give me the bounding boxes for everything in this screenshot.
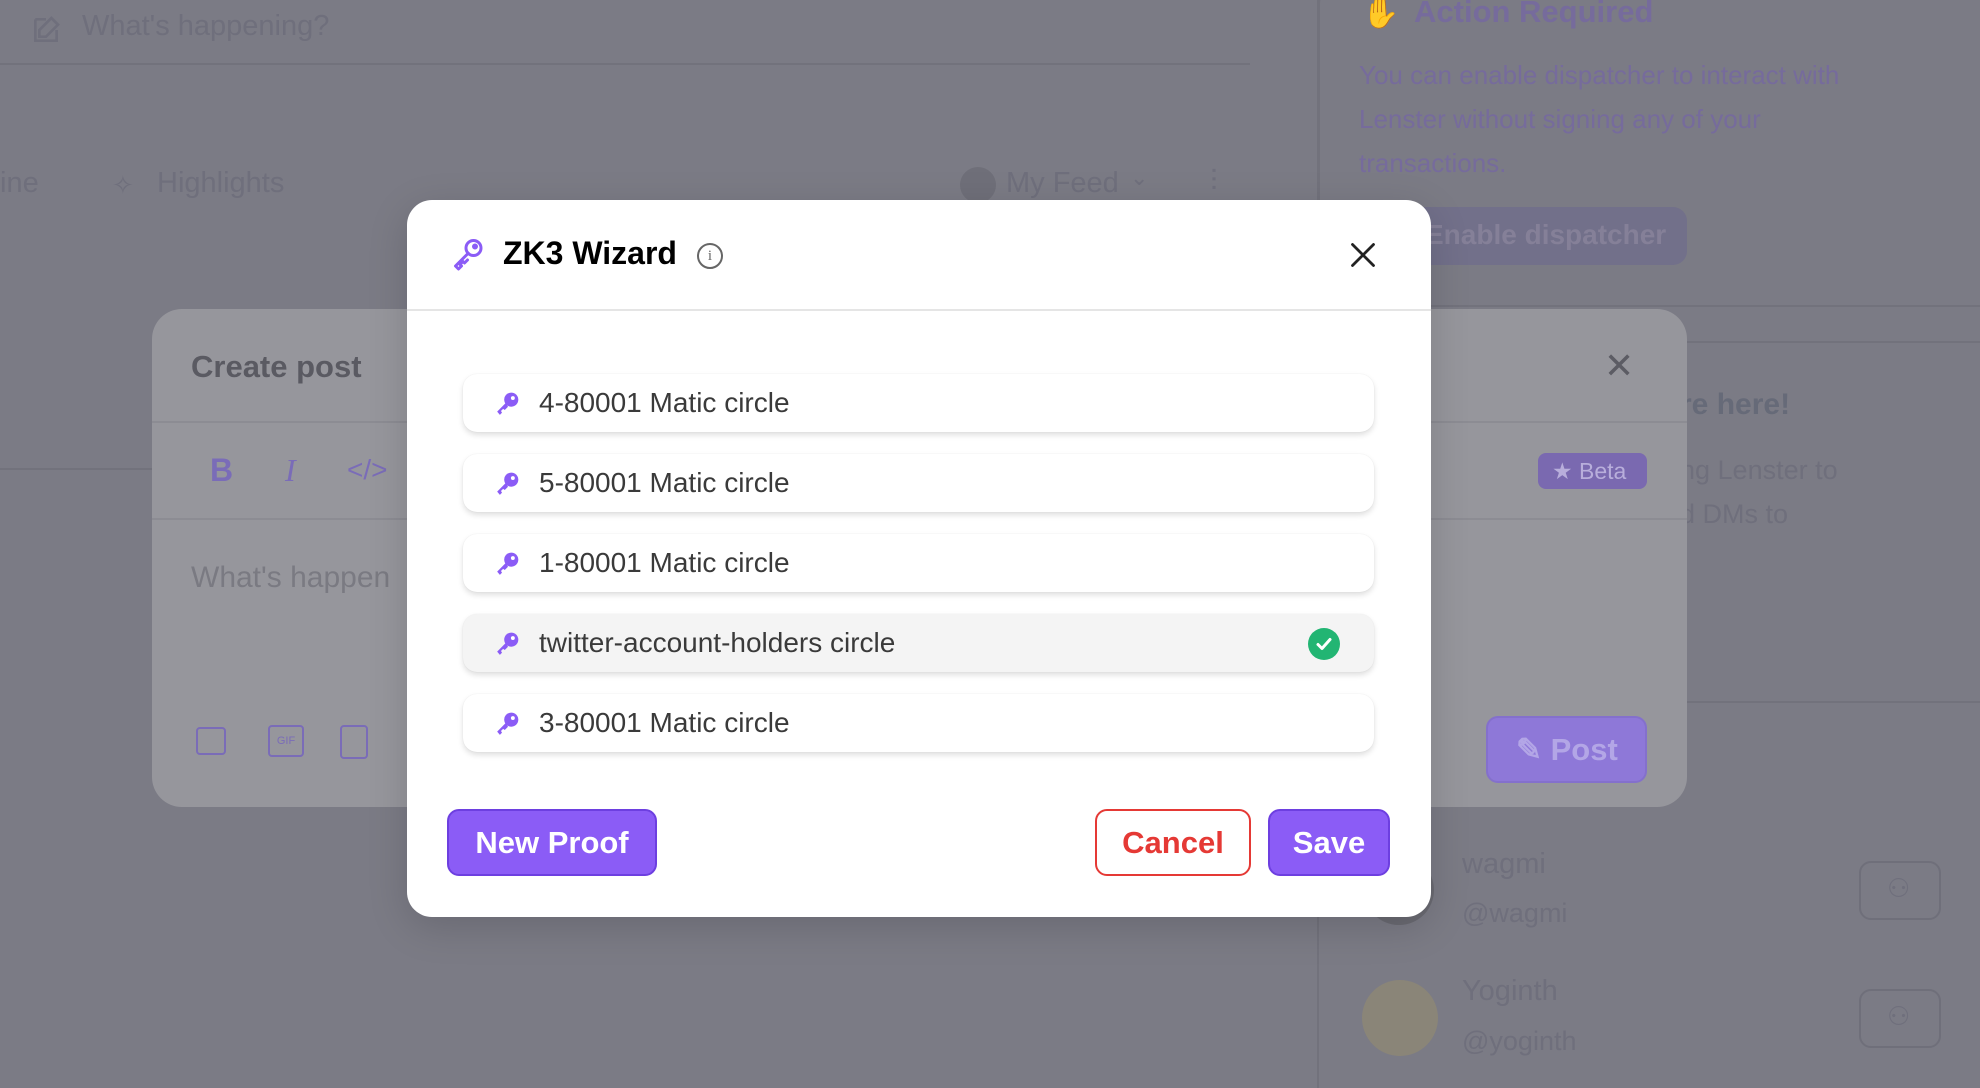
suggestion-name[interactable]: Yoginth <box>1462 975 1558 1008</box>
circle-label: 5-80001 Matic circle <box>539 467 790 498</box>
circle-label: 3-80001 Matic circle <box>539 707 790 738</box>
action-text-2: Lenster without signing any of your <box>1359 104 1761 134</box>
edit-icon <box>34 16 60 42</box>
key-icon <box>495 710 521 743</box>
post-button[interactable]: ✎ Post <box>1486 716 1647 783</box>
filter-icon[interactable]: ⫶ <box>1210 165 1218 199</box>
save-button[interactable]: Save <box>1268 809 1390 876</box>
circle-item[interactable]: 1-80001 Matic circle <box>463 534 1374 592</box>
info-title: re here! <box>1680 388 1791 421</box>
collect-icon[interactable] <box>340 725 368 759</box>
beta-badge: ★ Beta <box>1538 453 1647 489</box>
gif-icon[interactable]: GIF <box>268 725 304 757</box>
post-input[interactable]: What's happen <box>191 561 390 595</box>
feed-avatar <box>960 167 996 203</box>
suggestion-handle: @yoginth <box>1462 1026 1577 1056</box>
create-post-title: Create post <box>191 349 362 384</box>
close-icon[interactable]: ✕ <box>1604 345 1634 387</box>
follow-button[interactable]: ⚇ <box>1859 989 1941 1048</box>
chevron-down-icon: ⌄ <box>1130 165 1149 190</box>
info-text-1: ng Lenster to <box>1680 455 1838 485</box>
code-button[interactable]: </> <box>347 454 387 486</box>
hand-icon: ✋ <box>1362 0 1400 30</box>
key-icon <box>495 630 521 663</box>
post-label: Post <box>1550 732 1618 767</box>
cancel-button[interactable]: Cancel <box>1095 809 1251 876</box>
key-icon <box>495 550 521 583</box>
feed-selector[interactable]: My Feed <box>1006 167 1119 200</box>
close-icon[interactable] <box>1349 241 1377 269</box>
new-proof-button[interactable]: New Proof <box>447 809 657 876</box>
dialog-title: ZK3 Wizard <box>503 235 677 271</box>
info-icon[interactable]: i <box>697 243 723 269</box>
circle-label: 1-80001 Matic circle <box>539 547 790 578</box>
tab-timeline[interactable]: ine <box>0 167 39 200</box>
action-text-3: transactions. <box>1359 148 1507 178</box>
circle-item[interactable]: 3-80001 Matic circle <box>463 694 1374 752</box>
circle-label: twitter-account-holders circle <box>539 627 896 658</box>
circle-label: 4-80001 Matic circle <box>539 387 790 418</box>
action-title: Action Required <box>1414 0 1654 29</box>
bold-button[interactable]: B <box>210 452 233 489</box>
image-icon[interactable] <box>196 727 226 755</box>
italic-button[interactable]: I <box>285 452 296 489</box>
key-icon <box>495 390 521 423</box>
suggestion-handle: @wagmi <box>1462 898 1568 928</box>
key-icon <box>495 470 521 503</box>
key-icon <box>454 239 483 271</box>
action-text-1: You can enable dispatcher to interact wi… <box>1359 60 1840 90</box>
dialog-header: ZK3 Wizard i <box>407 200 1431 311</box>
tab-highlights[interactable]: Highlights <box>157 167 284 200</box>
user-plus-icon: ⚇ <box>1887 873 1911 903</box>
sparkle-icon: ✧ <box>112 170 134 200</box>
circle-item[interactable]: twitter-account-holders circle <box>463 614 1374 672</box>
composer-placeholder: What's happening? <box>82 10 330 42</box>
follow-button[interactable]: ⚇ <box>1859 861 1941 920</box>
avatar <box>1362 980 1438 1056</box>
beta-label: Beta <box>1579 458 1627 484</box>
suggestion-name[interactable]: wagmi <box>1462 848 1546 881</box>
check-circle-icon <box>1308 628 1340 660</box>
zk3-wizard-dialog: ZK3 Wizard i 4-80001 Matic circle 5-80001… <box>407 200 1431 917</box>
circle-item[interactable]: 5-80001 Matic circle <box>463 454 1374 512</box>
circle-item[interactable]: 4-80001 Matic circle <box>463 374 1374 432</box>
info-text-2: d DMs to <box>1680 499 1789 529</box>
user-plus-icon: ⚇ <box>1887 1001 1911 1031</box>
